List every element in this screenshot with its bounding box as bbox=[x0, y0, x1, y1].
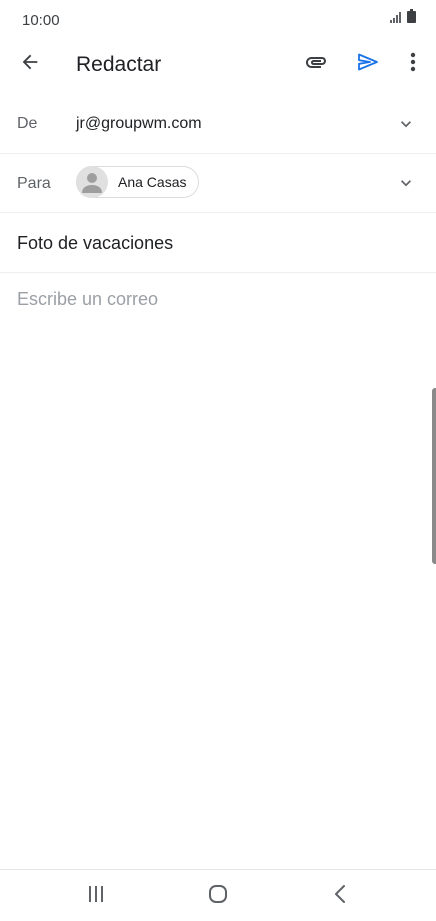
subject-row[interactable]: Foto de vacaciones bbox=[0, 213, 436, 273]
attach-button[interactable] bbox=[296, 44, 336, 84]
nav-back-button[interactable] bbox=[318, 878, 362, 914]
recents-button[interactable] bbox=[74, 878, 118, 914]
send-icon bbox=[356, 50, 380, 79]
page-title: Redactar bbox=[76, 53, 162, 76]
arrow-back-icon bbox=[19, 51, 41, 78]
home-button[interactable] bbox=[196, 878, 240, 914]
to-row[interactable]: Para Ana Casas bbox=[0, 154, 436, 213]
send-button[interactable] bbox=[348, 44, 388, 84]
more-vert-icon bbox=[410, 52, 416, 77]
body-input[interactable]: Escribe un correo bbox=[17, 289, 417, 310]
app-bar: Redactar bbox=[0, 40, 436, 90]
signal-icon bbox=[390, 10, 404, 28]
from-row[interactable]: De jr@groupwm.com bbox=[0, 96, 436, 154]
compose-body[interactable]: Escribe un correo bbox=[0, 273, 436, 868]
recipient-name: Ana Casas bbox=[118, 174, 187, 190]
status-time: 10:00 bbox=[22, 12, 60, 29]
home-icon bbox=[208, 884, 228, 909]
system-nav-bar bbox=[0, 869, 436, 921]
person-icon bbox=[82, 173, 102, 193]
avatar bbox=[76, 166, 108, 198]
to-label: Para bbox=[17, 175, 51, 192]
status-icons bbox=[390, 9, 416, 28]
battery-icon bbox=[407, 9, 416, 28]
subject-field[interactable]: Foto de vacaciones bbox=[17, 233, 173, 254]
chevron-left-icon bbox=[333, 884, 347, 909]
chevron-down-icon[interactable] bbox=[396, 173, 416, 193]
scrollbar-handle[interactable] bbox=[432, 388, 436, 564]
back-button[interactable] bbox=[10, 44, 50, 84]
more-options-button[interactable] bbox=[393, 44, 433, 84]
recipient-chip[interactable]: Ana Casas bbox=[76, 166, 200, 198]
paperclip-icon bbox=[304, 50, 328, 79]
from-label: De bbox=[17, 115, 38, 132]
recents-icon bbox=[86, 885, 106, 908]
chevron-down-icon[interactable] bbox=[396, 114, 416, 134]
status-bar: 10:00 bbox=[0, 0, 436, 40]
from-account[interactable]: jr@groupwm.com bbox=[76, 115, 202, 133]
